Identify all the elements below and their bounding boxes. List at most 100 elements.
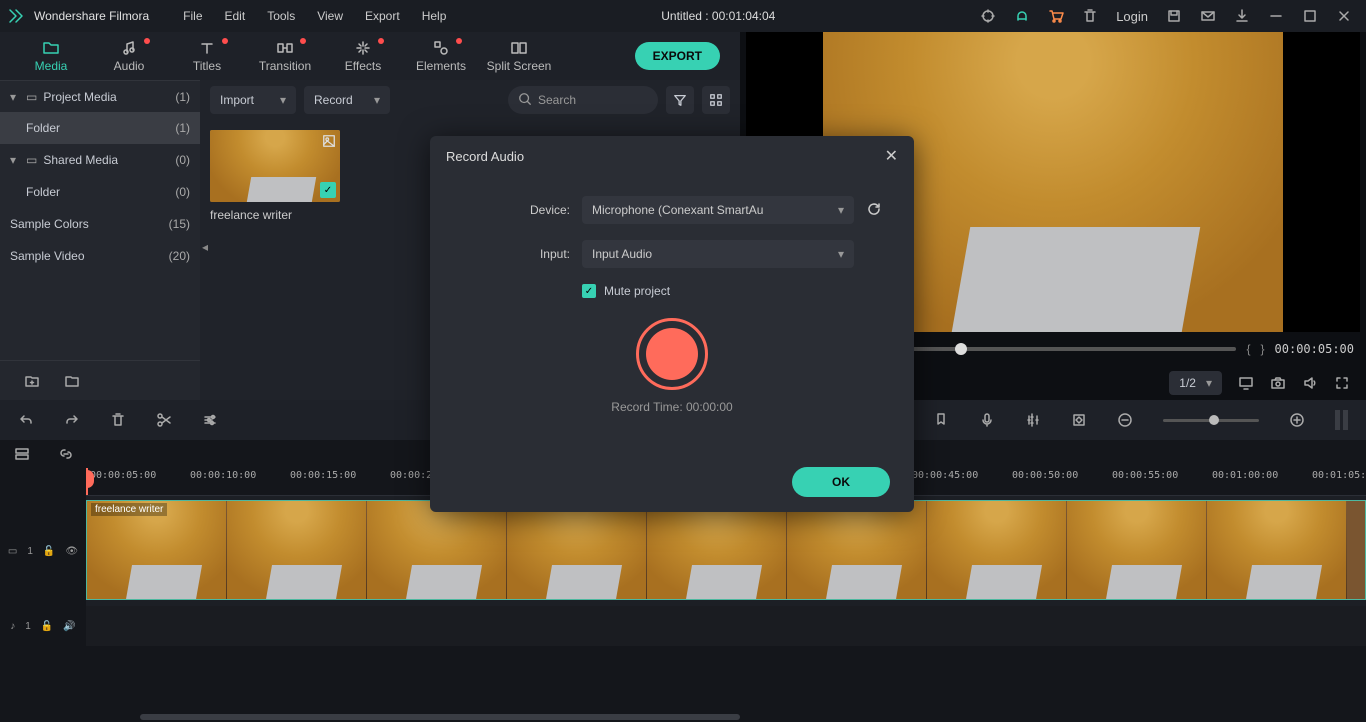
- menu-file[interactable]: File: [173, 5, 212, 27]
- menu-view[interactable]: View: [307, 5, 353, 27]
- maximize-icon[interactable]: [1302, 8, 1318, 24]
- zoom-out-icon[interactable]: [1117, 412, 1133, 428]
- search-icon: [518, 92, 532, 109]
- audio-track-head[interactable]: ♪ 1 🔓 🔊: [0, 606, 86, 646]
- delete-icon[interactable]: [110, 412, 126, 428]
- download-icon[interactable]: [1234, 8, 1250, 24]
- tree-sample-video[interactable]: Sample Video (20): [0, 240, 200, 272]
- caret-down-icon: ▾: [10, 153, 20, 167]
- folder-icon: ▭: [26, 153, 37, 167]
- ruler-tick: 00:00:15:00: [290, 470, 356, 481]
- folder-icon: [42, 39, 60, 57]
- lock-icon[interactable]: 🔓: [43, 546, 55, 557]
- menu-edit[interactable]: Edit: [215, 5, 256, 27]
- input-dropdown[interactable]: Input Audio ▾: [582, 240, 854, 268]
- zoom-slider[interactable]: [1163, 419, 1259, 422]
- tips-icon[interactable]: [980, 8, 996, 24]
- chevron-down-icon: ▾: [280, 93, 286, 107]
- login-button[interactable]: Login: [1116, 9, 1148, 24]
- media-clip[interactable]: ✓ freelance writer: [210, 130, 340, 222]
- record-time: Record Time: 00:00:00: [460, 400, 884, 414]
- menu-help[interactable]: Help: [412, 5, 457, 27]
- tab-transition[interactable]: Transition: [246, 32, 324, 80]
- fullscreen-icon[interactable]: [1334, 375, 1350, 391]
- link-icon[interactable]: [58, 446, 74, 462]
- export-button[interactable]: EXPORT: [635, 42, 720, 70]
- eye-icon[interactable]: 👁: [65, 546, 78, 557]
- zoom-in-icon[interactable]: [1289, 412, 1305, 428]
- tree-shared-media[interactable]: ▾ ▭ Shared Media (0): [0, 144, 200, 176]
- media-tree: ▾ ▭ Project Media (1) Folder (1) ▾ ▭ Sha…: [0, 80, 200, 400]
- import-dropdown[interactable]: Import ▾: [210, 86, 296, 114]
- chevron-down-icon: ▾: [838, 203, 844, 217]
- tree-sample-colors[interactable]: Sample Colors (15): [0, 208, 200, 240]
- support-icon[interactable]: [1014, 8, 1030, 24]
- edit-icon[interactable]: [202, 412, 218, 428]
- record-dropdown[interactable]: Record ▾: [304, 86, 390, 114]
- timeline-scrollbar[interactable]: [0, 712, 1366, 722]
- ruler-tick: 00:01:00:00: [1212, 470, 1278, 481]
- trash-icon[interactable]: [1082, 8, 1098, 24]
- cart-icon[interactable]: [1048, 8, 1064, 24]
- ok-button[interactable]: OK: [792, 467, 890, 497]
- speaker-icon[interactable]: 🔊: [63, 621, 75, 632]
- marker-icon[interactable]: [933, 412, 949, 428]
- tree-label: Folder: [26, 185, 60, 199]
- tree-shared-folder[interactable]: Folder (0): [0, 176, 200, 208]
- track-options-icon[interactable]: [14, 446, 30, 462]
- menu-tools[interactable]: Tools: [257, 5, 305, 27]
- chevron-down-icon: ▾: [838, 247, 844, 261]
- display-icon[interactable]: [1238, 375, 1254, 391]
- title-bar: Wondershare Filmora File Edit Tools View…: [0, 0, 1366, 32]
- sparkle-icon: [355, 39, 371, 57]
- close-icon[interactable]: [1336, 8, 1352, 24]
- folder-open-icon[interactable]: [64, 373, 80, 389]
- mark-out-button[interactable]: }: [1261, 342, 1265, 356]
- mail-icon[interactable]: [1200, 8, 1216, 24]
- menu-export[interactable]: Export: [355, 5, 410, 27]
- tree-folder[interactable]: Folder (1): [0, 112, 200, 144]
- timeline-view-icon[interactable]: [1335, 410, 1348, 430]
- redo-icon[interactable]: [64, 412, 80, 428]
- tab-transition-label: Transition: [259, 59, 311, 73]
- tab-effects[interactable]: Effects: [324, 32, 402, 80]
- lock-icon[interactable]: 🔓: [41, 621, 53, 632]
- audio-mixer-icon[interactable]: [1025, 412, 1041, 428]
- new-folder-icon[interactable]: [24, 373, 40, 389]
- tab-media[interactable]: Media: [12, 32, 90, 80]
- minimize-icon[interactable]: [1268, 8, 1284, 24]
- tree-project-media[interactable]: ▾ ▭ Project Media (1): [0, 80, 200, 112]
- filter-icon[interactable]: [666, 86, 694, 114]
- track-index: 1: [27, 546, 33, 557]
- device-dropdown[interactable]: Microphone (Conexant SmartAu ▾: [582, 196, 854, 224]
- tab-titles[interactable]: Titles: [168, 32, 246, 80]
- tab-splitscreen[interactable]: Split Screen: [480, 32, 558, 80]
- mute-checkbox[interactable]: ✓: [582, 284, 596, 298]
- snapshot-icon[interactable]: [1270, 375, 1286, 391]
- tab-elements[interactable]: Elements: [402, 32, 480, 80]
- tab-audio[interactable]: Audio: [90, 32, 168, 80]
- tree-label: Sample Video: [10, 249, 85, 263]
- record-button[interactable]: [636, 318, 708, 390]
- refresh-icon[interactable]: [866, 201, 884, 220]
- video-track-head[interactable]: ▭ 1 🔓 👁: [0, 496, 86, 606]
- preview-zoom-dropdown[interactable]: 1/2 ▾: [1169, 371, 1222, 395]
- grid-view-icon[interactable]: [702, 86, 730, 114]
- ruler-tick: 00:00:50:00: [1012, 470, 1078, 481]
- split-icon[interactable]: [156, 412, 172, 428]
- check-icon: ✓: [320, 182, 336, 198]
- timeline-clip[interactable]: freelance writer: [86, 500, 1366, 600]
- mark-in-button[interactable]: {: [1246, 342, 1250, 356]
- tab-media-label: Media: [35, 59, 68, 73]
- voiceover-icon[interactable]: [979, 412, 995, 428]
- preview-ratio: 1/2: [1179, 376, 1196, 390]
- save-icon[interactable]: [1166, 8, 1182, 24]
- collapse-handle-icon[interactable]: ◂: [202, 240, 208, 254]
- undo-icon[interactable]: [18, 412, 34, 428]
- clip-thumbnail[interactable]: ✓: [210, 130, 340, 202]
- volume-icon[interactable]: [1302, 375, 1318, 391]
- playhead[interactable]: [86, 468, 88, 496]
- search-input[interactable]: Search: [508, 86, 658, 114]
- keyframe-icon[interactable]: [1071, 412, 1087, 428]
- close-icon[interactable]: ✕: [885, 146, 898, 166]
